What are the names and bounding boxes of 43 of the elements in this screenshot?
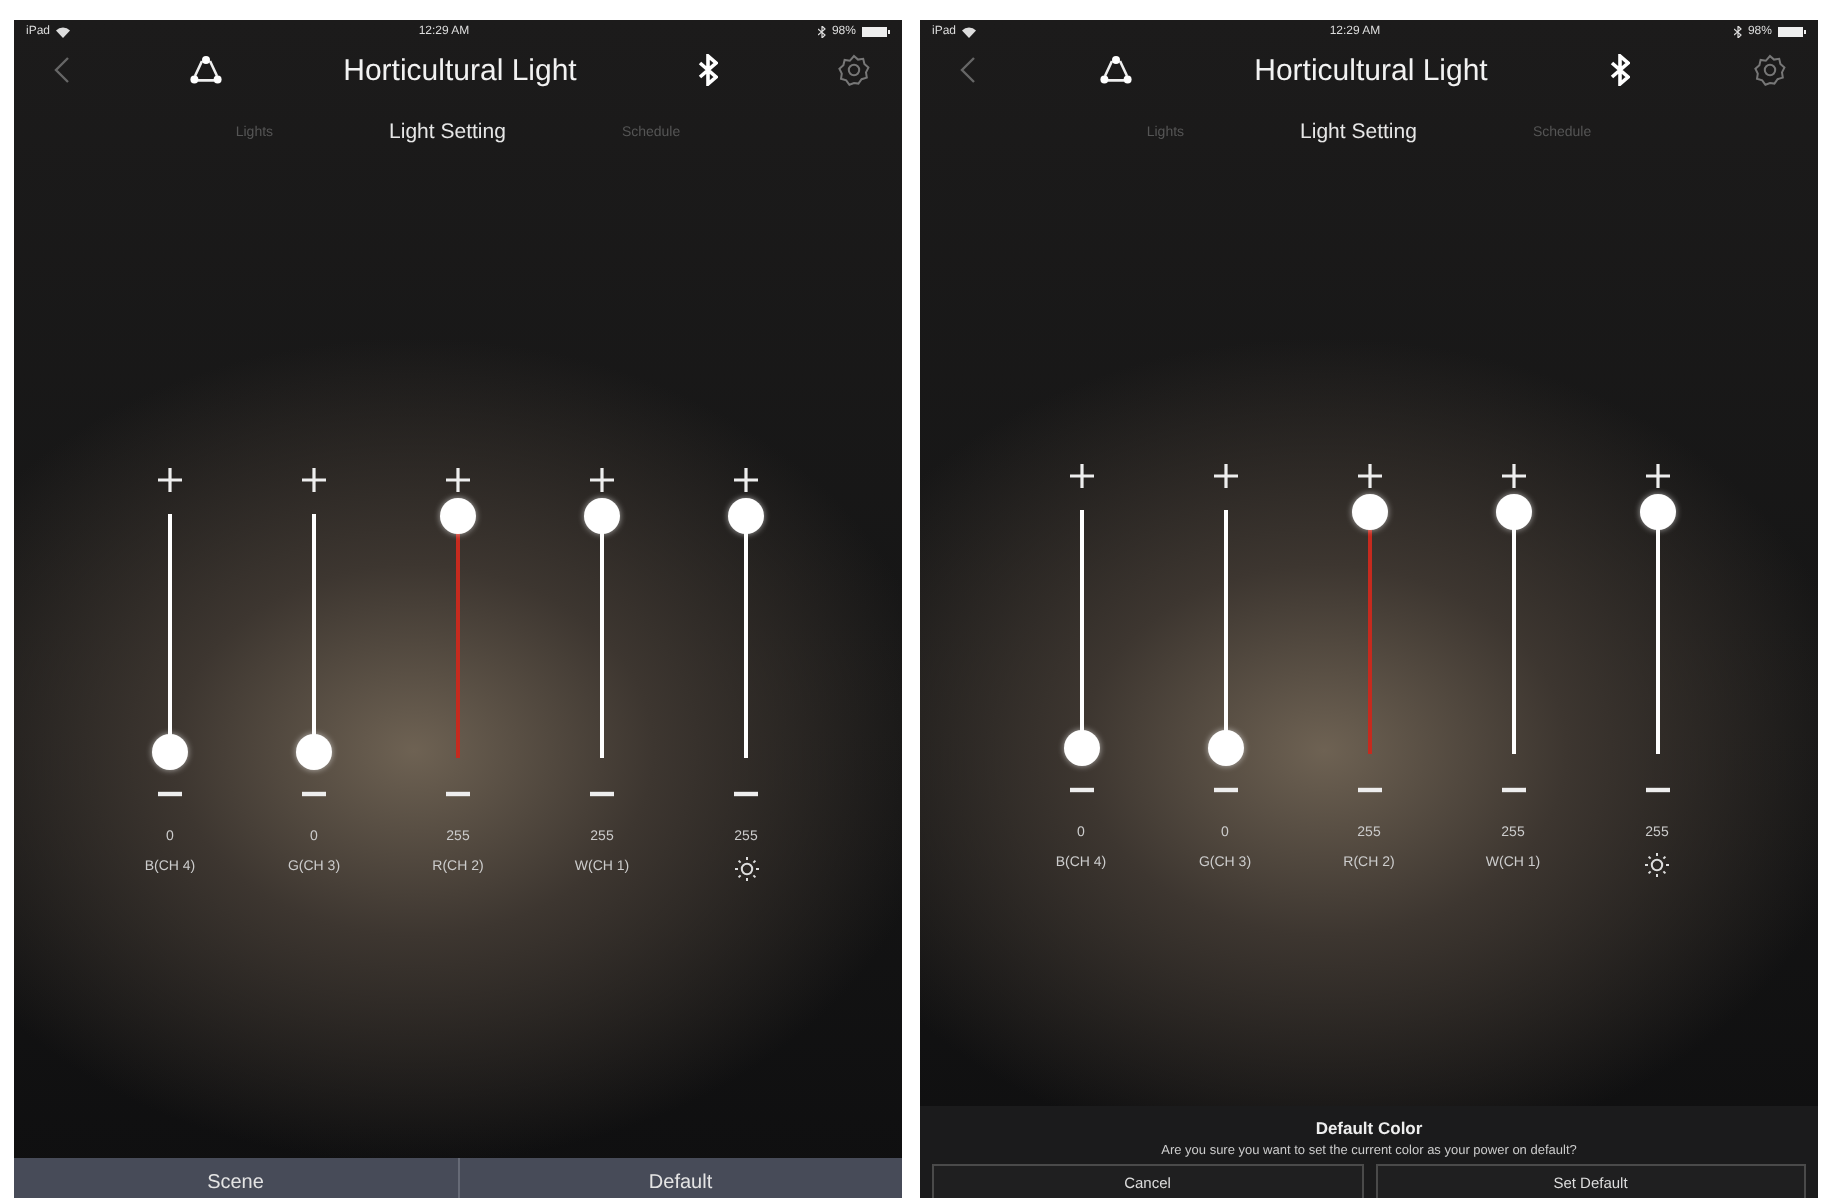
plus-icon[interactable] (1067, 462, 1095, 490)
settings-icon[interactable] (1753, 54, 1786, 86)
wifi-icon (962, 26, 977, 38)
slider-thumb[interactable] (1207, 730, 1243, 766)
bluetooth-icon (1733, 26, 1742, 38)
bluetooth-icon (817, 26, 826, 38)
plus-icon[interactable] (1499, 462, 1527, 490)
app-title: Horticultural Light (343, 53, 577, 87)
slider-thumb[interactable] (1063, 730, 1099, 766)
slider-thumb[interactable] (440, 498, 476, 534)
slider-thumb[interactable] (296, 734, 332, 770)
dialog-title: Default Color (1315, 1118, 1423, 1138)
wifi-icon (56, 26, 71, 38)
plus-icon[interactable] (156, 466, 184, 494)
bluetooth-icon[interactable] (697, 54, 718, 86)
plus-icon[interactable] (444, 466, 472, 494)
tab[interactable]: Light Setting (1300, 120, 1417, 144)
plus-icon[interactable] (1211, 462, 1239, 490)
network-nodes-icon[interactable] (190, 56, 223, 84)
tab[interactable]: Light Setting (389, 120, 506, 144)
sun-icon (1644, 852, 1670, 878)
plus-icon[interactable] (732, 466, 760, 494)
plus-icon[interactable] (300, 466, 328, 494)
bottom-button[interactable]: Scene (14, 1158, 457, 1198)
settings-icon[interactable] (837, 54, 870, 86)
battery-icon (1777, 26, 1806, 38)
slider-thumb[interactable] (584, 498, 620, 534)
back-icon[interactable] (960, 56, 976, 84)
plus-icon[interactable] (1355, 462, 1383, 490)
back-icon[interactable] (54, 56, 70, 84)
bottom-button[interactable]: Default (459, 1158, 902, 1198)
battery-icon (861, 26, 890, 38)
slider-thumb[interactable] (152, 734, 188, 770)
slider-thumb[interactable] (1351, 494, 1387, 530)
plus-icon[interactable] (1643, 462, 1671, 490)
plus-icon[interactable] (588, 466, 616, 494)
slider-thumb[interactable] (1639, 494, 1675, 530)
sun-icon (733, 856, 759, 882)
bluetooth-icon[interactable] (1610, 54, 1631, 86)
app-title: Horticultural Light (1254, 53, 1488, 87)
slider-thumb[interactable] (1495, 494, 1531, 530)
network-nodes-icon[interactable] (1099, 56, 1132, 84)
slider-thumb[interactable] (728, 498, 764, 534)
